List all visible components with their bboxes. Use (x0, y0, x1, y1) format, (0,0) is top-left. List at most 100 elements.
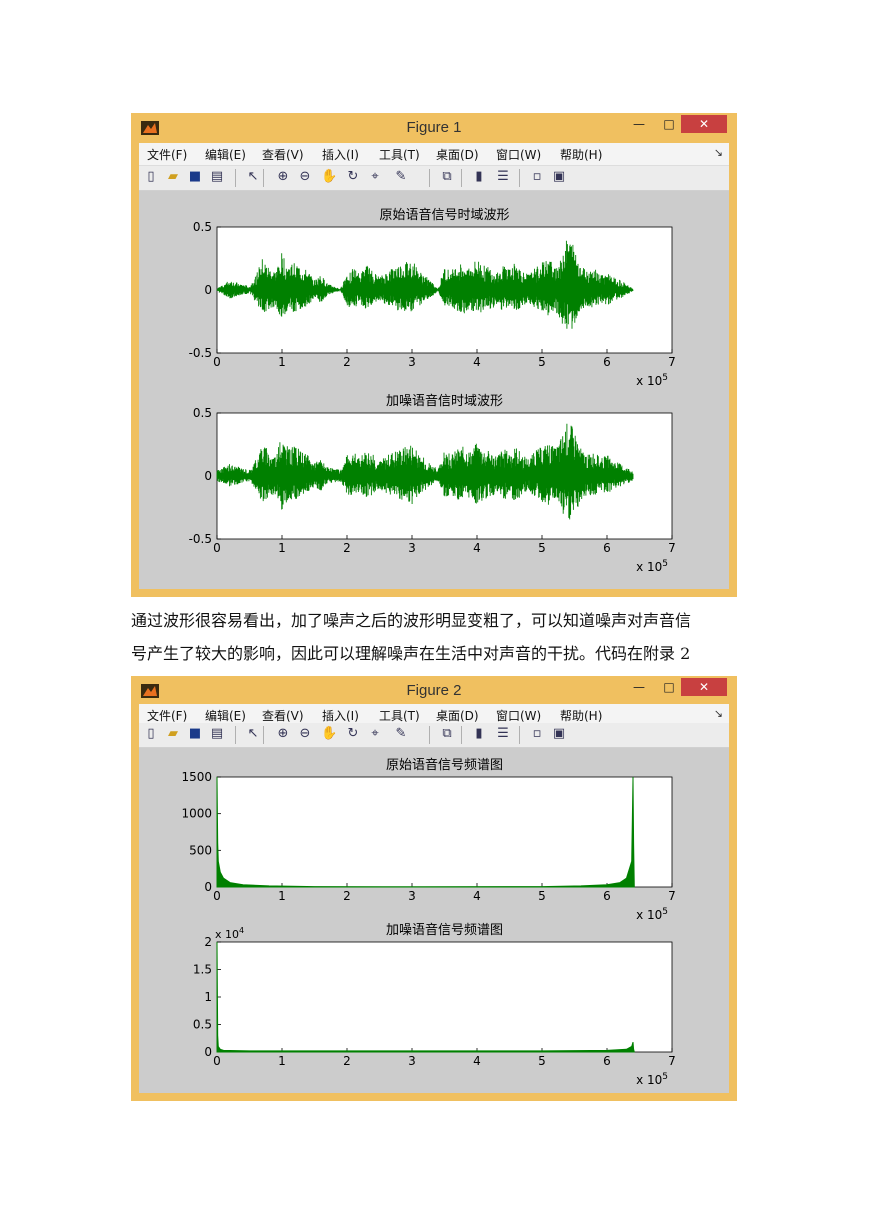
toolbar-separator (263, 169, 264, 187)
menu-desktop[interactable]: 桌面(D) (436, 707, 479, 724)
menu-window[interactable]: 窗口(W) (496, 146, 541, 163)
hide-plot-tools-icon[interactable]: ▫ (529, 726, 545, 742)
maximize-button[interactable]: □ (659, 678, 679, 696)
y-tick-label: -0.5 (189, 346, 212, 360)
x-tick-label: 3 (408, 1054, 416, 1068)
dock-arrow-icon[interactable]: ↘ (714, 707, 723, 720)
toolbar-separator (235, 169, 236, 187)
save-icon[interactable]: ■ (187, 169, 203, 185)
menu-desktop[interactable]: 桌面(D) (436, 146, 479, 163)
paragraph-line-1: 通过波形很容易看出，加了噪声之后的波形明显变粗了，可以知道噪声对声音信 (131, 611, 692, 630)
x-tick-label: 3 (408, 889, 416, 903)
hide-plot-tools-icon[interactable]: ▫ (529, 169, 545, 185)
rotate-3d-icon[interactable]: ↻ (345, 726, 361, 742)
rotate-3d-icon[interactable]: ↻ (345, 169, 361, 185)
menu-edit[interactable]: 编辑(E) (205, 146, 246, 163)
x-tick-label: 4 (473, 541, 481, 555)
x-exponent-label: x 105 (636, 1072, 668, 1087)
x-tick-label: 1 (278, 1054, 286, 1068)
data-cursor-icon[interactable]: ⌖ (367, 169, 383, 185)
x-tick-label: 2 (343, 355, 351, 369)
x-tick-label: 2 (343, 889, 351, 903)
print-icon[interactable]: ▤ (209, 726, 225, 742)
legend-icon[interactable]: ☰ (495, 169, 511, 185)
colorbar-icon[interactable]: ▮ (471, 169, 487, 185)
x-tick-label: 1 (278, 541, 286, 555)
x-tick-label: 6 (603, 1054, 611, 1068)
colorbar-icon[interactable]: ▮ (471, 726, 487, 742)
figure-canvas: 原始语音信号频谱图 0 1 2 3 4 5 6 7 0 500 1000 1500 x 105 加噪语音信号… (139, 748, 729, 1093)
axes-box (216, 941, 673, 1053)
chart-title: 原始语音信号频谱图 (386, 757, 503, 773)
print-icon[interactable]: ▤ (209, 169, 225, 185)
legend-icon[interactable]: ☰ (495, 726, 511, 742)
menu-view[interactable]: 查看(V) (262, 707, 304, 724)
x-tick-label: 2 (343, 1054, 351, 1068)
minimize-button[interactable]: — (629, 115, 649, 133)
pointer-icon[interactable]: ↖ (245, 726, 261, 742)
y-tick-label: 1000 (181, 807, 212, 821)
menu-tools[interactable]: 工具(T) (379, 146, 420, 163)
data-cursor-icon[interactable]: ⌖ (367, 726, 383, 742)
menu-view[interactable]: 查看(V) (262, 146, 304, 163)
pointer-icon[interactable]: ↖ (245, 169, 261, 185)
x-tick-label: 4 (473, 889, 481, 903)
x-exponent-power: 5 (662, 907, 668, 917)
x-tick-label: 7 (668, 355, 676, 369)
y-tick-label: 0.5 (193, 406, 212, 420)
menu-file[interactable]: 文件(F) (147, 707, 187, 724)
pan-hand-icon[interactable]: ✋ (321, 726, 337, 742)
x-tick-label: 4 (473, 1054, 481, 1068)
pan-hand-icon[interactable]: ✋ (321, 169, 337, 185)
toolbar: ▯ ▰ ■ ▤ ↖ ⊕ ⊖ ✋ ↻ ⌖ ✎ ⧉ ▮ ☰ ▫ ▣ (139, 166, 729, 191)
zoom-out-icon[interactable]: ⊖ (297, 726, 313, 742)
x-exponent-label: x 105 (636, 373, 668, 388)
x-tick-label: 7 (668, 541, 676, 555)
x-tick-label: 0 (213, 355, 221, 369)
menu-help[interactable]: 帮助(H) (560, 707, 602, 724)
link-plot-icon[interactable]: ⧉ (439, 169, 455, 185)
menu-help[interactable]: 帮助(H) (560, 146, 602, 163)
toolbar: ▯ ▰ ■ ▤ ↖ ⊕ ⊖ ✋ ↻ ⌖ ✎ ⧉ ▮ ☰ ▫ ▣ (139, 723, 729, 748)
zoom-in-icon[interactable]: ⊕ (275, 169, 291, 185)
show-plot-tools-icon[interactable]: ▣ (551, 726, 567, 742)
y-tick-label: 0 (204, 469, 212, 483)
zoom-in-icon[interactable]: ⊕ (275, 726, 291, 742)
toolbar-separator (461, 169, 462, 187)
menu-tools[interactable]: 工具(T) (379, 707, 420, 724)
title-bar[interactable]: Figure 2 — □ ✕ (131, 676, 737, 706)
brush-icon[interactable]: ✎ (393, 726, 409, 742)
link-plot-icon[interactable]: ⧉ (439, 726, 455, 742)
title-bar[interactable]: Figure 1 — □ ✕ (131, 113, 737, 143)
menu-insert[interactable]: 插入(I) (322, 146, 359, 163)
zoom-out-icon[interactable]: ⊖ (297, 169, 313, 185)
menu-edit[interactable]: 编辑(E) (205, 707, 246, 724)
open-folder-icon[interactable]: ▰ (165, 726, 181, 742)
save-icon[interactable]: ■ (187, 726, 203, 742)
menu-window[interactable]: 窗口(W) (496, 707, 541, 724)
maximize-button[interactable]: □ (659, 115, 679, 133)
dock-arrow-icon[interactable]: ↘ (714, 146, 723, 159)
x-tick-label: 0 (213, 889, 221, 903)
menu-insert[interactable]: 插入(I) (322, 707, 359, 724)
menu-file[interactable]: 文件(F) (147, 146, 187, 163)
x-tick-label: 4 (473, 355, 481, 369)
x-tick-label: 3 (408, 541, 416, 555)
subplot-2: 加噪语音信时域波形0 1 2 3 4 5 6 7-0.500.5x 105 (189, 393, 676, 574)
y-tick-label: 0.5 (193, 1018, 212, 1032)
new-file-icon[interactable]: ▯ (143, 726, 159, 742)
new-file-icon[interactable]: ▯ (143, 169, 159, 185)
close-button[interactable]: ✕ (681, 678, 727, 696)
x-tick-label: 1 (278, 889, 286, 903)
minimize-button[interactable]: — (629, 678, 649, 696)
x-tick-label: 5 (538, 355, 546, 369)
toolbar-separator (519, 169, 520, 187)
open-folder-icon[interactable]: ▰ (165, 169, 181, 185)
y-tick-label: 0 (204, 880, 212, 894)
show-plot-tools-icon[interactable]: ▣ (551, 169, 567, 185)
figure-window-1: Figure 1 — □ ✕ 文件(F) 编辑(E) 查看(V) 插入(I) 工… (131, 113, 737, 597)
close-button[interactable]: ✕ (681, 115, 727, 133)
brush-icon[interactable]: ✎ (393, 169, 409, 185)
toolbar-separator (461, 726, 462, 744)
x-tick-label: 5 (538, 1054, 546, 1068)
